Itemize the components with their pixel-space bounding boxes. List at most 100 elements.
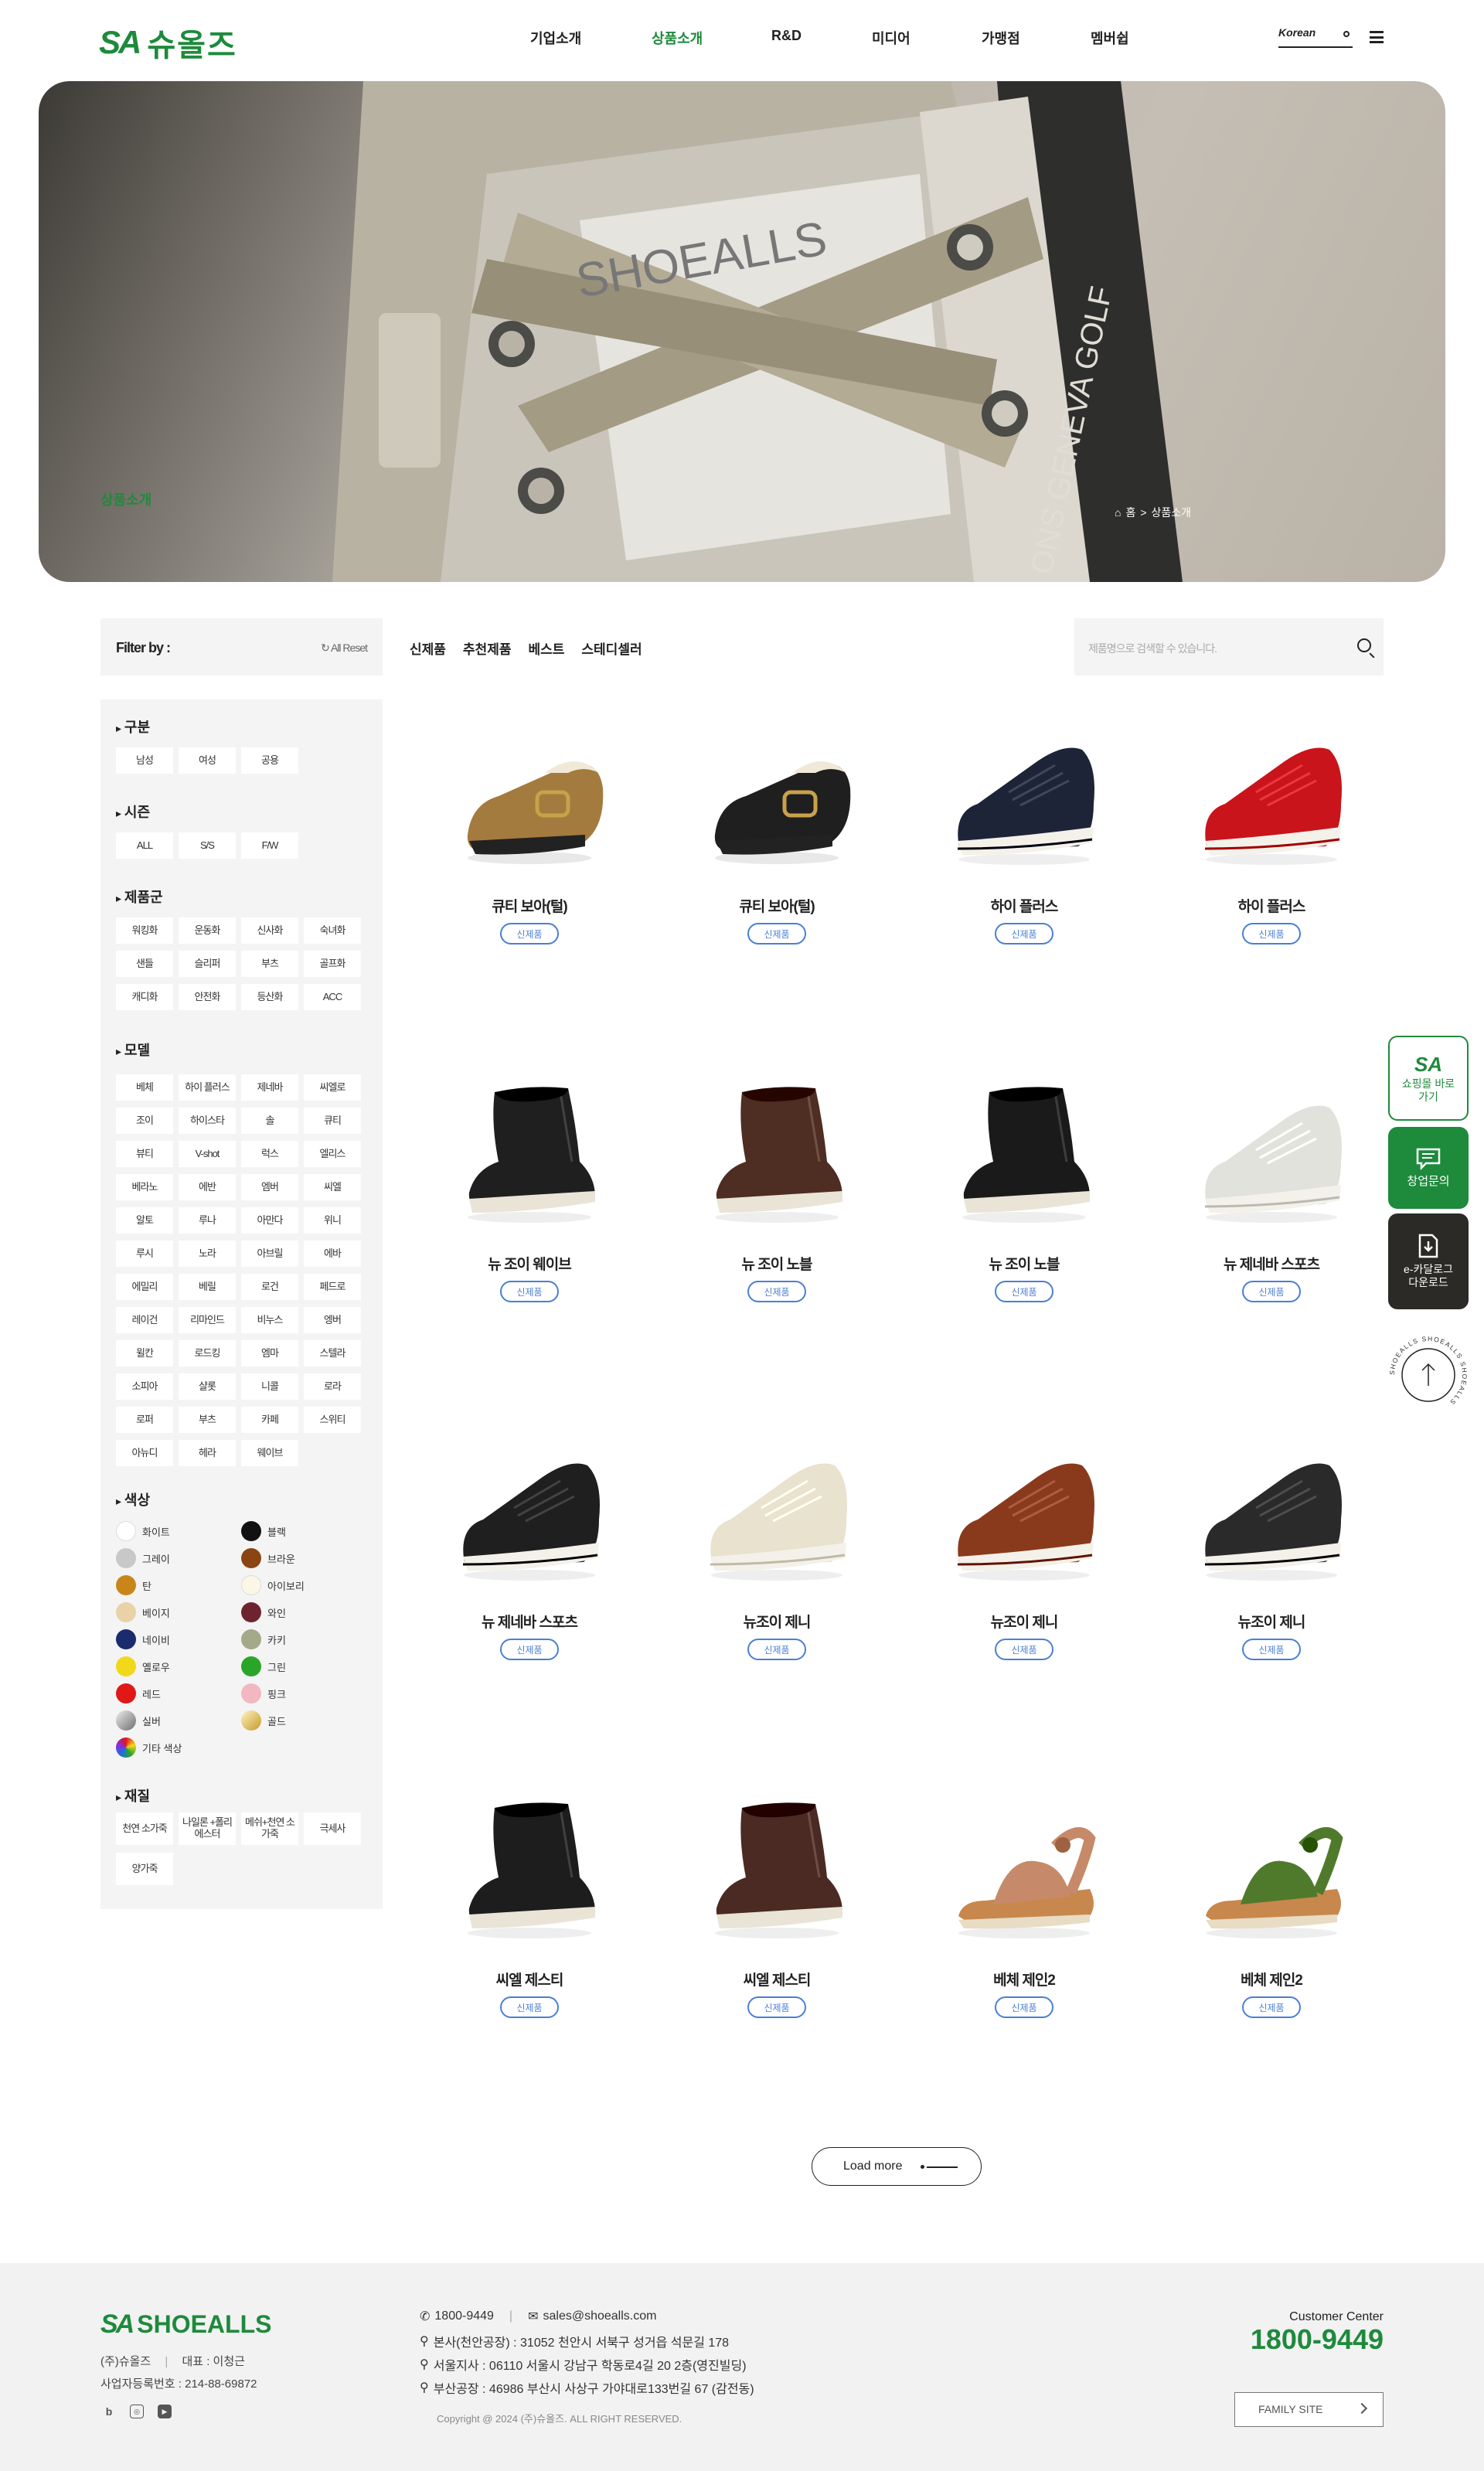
search-box[interactable]: 제품명으로 검색할 수 있습니다. <box>1074 618 1384 676</box>
nav-products[interactable]: 상품소개 <box>652 28 703 48</box>
product-image[interactable] <box>699 1077 854 1231</box>
product-card[interactable]: 큐티 보아(털) 신제품 <box>425 711 634 1051</box>
product-card[interactable]: 뉴 조이 웨이브 신제품 <box>425 1069 634 1409</box>
product-card[interactable]: 베체 제인2 신제품 <box>920 1785 1128 2125</box>
product-name[interactable]: 뉴 제네바 스포츠 <box>425 1611 634 1632</box>
filter-chip-model[interactable]: 로드킹 <box>179 1340 236 1367</box>
filter-chip-model[interactable]: 조이 <box>116 1108 173 1134</box>
product-name[interactable]: 뉴조이 제니 <box>920 1611 1128 1632</box>
color-swatch[interactable]: 기타 색상 <box>116 1738 182 1758</box>
tab-new[interactable]: 신제품 <box>410 638 446 658</box>
product-image[interactable] <box>1194 1792 1349 1947</box>
quick-catalog-button[interactable]: e-카달로그 다운로드 <box>1388 1213 1469 1309</box>
color-swatch[interactable]: 와인 <box>241 1602 286 1622</box>
filter-chip-model[interactable]: 샬롯 <box>179 1373 236 1400</box>
product-image[interactable] <box>1194 1435 1349 1589</box>
product-image[interactable] <box>699 1792 854 1947</box>
product-image[interactable] <box>947 1792 1101 1947</box>
filter-chip-product-group[interactable]: 슬리퍼 <box>179 951 236 977</box>
color-swatch[interactable]: 실버 <box>116 1710 161 1731</box>
product-name[interactable]: 뉴 조이 노블 <box>672 1253 881 1274</box>
footer-phone[interactable]: 1800-9449 <box>434 2309 494 2323</box>
product-image[interactable] <box>1194 1077 1349 1231</box>
filter-chip-model[interactable]: 하이 플러스 <box>179 1074 236 1101</box>
product-name[interactable]: 하이 플러스 <box>1167 895 1376 916</box>
section-product-group[interactable]: 제품군 <box>116 887 163 907</box>
filter-chip-model[interactable]: 뷰티 <box>116 1141 173 1167</box>
footer-email[interactable]: sales@shoealls.com <box>543 2309 656 2323</box>
quick-inquiry-button[interactable]: 창업문의 <box>1388 1127 1469 1209</box>
color-swatch[interactable]: 그레이 <box>116 1548 170 1568</box>
product-card[interactable]: 씨엘 제스티 신제품 <box>672 1785 881 2125</box>
filter-chip-model[interactable]: 솔 <box>241 1108 298 1134</box>
filter-chip-model[interactable]: V-shot <box>179 1141 236 1167</box>
customer-center-number[interactable]: 1800-9449 <box>1251 2323 1384 2356</box>
product-card[interactable]: 뉴조이 제니 신제품 <box>920 1427 1128 1767</box>
filter-chip-model[interactable]: 알토 <box>116 1207 173 1234</box>
filter-chip-product-group[interactable]: 부츠 <box>241 951 298 977</box>
filter-chip-model[interactable]: 씨엘로 <box>304 1074 361 1101</box>
filter-chip-material[interactable]: 극세사 <box>304 1812 361 1845</box>
product-name[interactable]: 씨엘 제스티 <box>672 1969 881 1989</box>
nav-membership[interactable]: 멤버쉽 <box>1091 28 1129 48</box>
filter-chip-season[interactable]: ALL <box>116 832 173 859</box>
filter-chip-model[interactable]: 헤라 <box>179 1440 236 1466</box>
product-card[interactable]: 씨엘 제스티 신제품 <box>425 1785 634 2125</box>
scroll-top-button[interactable]: SHOEALLS SHOEALLS SHOEALLS <box>1388 1335 1469 1415</box>
nav-franchise[interactable]: 가맹점 <box>982 28 1020 48</box>
filter-chip-model[interactable]: 레이건 <box>116 1307 173 1333</box>
product-image[interactable] <box>452 1077 607 1231</box>
filter-chip-model[interactable]: 엥버 <box>304 1307 361 1333</box>
product-name[interactable]: 뉴조이 제니 <box>672 1611 881 1632</box>
product-card[interactable]: 뉴 조이 노블 신제품 <box>920 1069 1128 1409</box>
color-swatch[interactable]: 베이지 <box>116 1602 170 1622</box>
filter-chip-model[interactable]: 제네바 <box>241 1074 298 1101</box>
filter-chip-model[interactable]: 웨이브 <box>241 1440 298 1466</box>
product-name[interactable]: 하이 플러스 <box>920 895 1128 916</box>
product-name[interactable]: 큐티 보아(털) <box>425 895 634 916</box>
product-image[interactable] <box>699 1435 854 1589</box>
reset-button[interactable]: ↻ All Reset <box>321 642 368 655</box>
filter-chip-model[interactable]: 스텔라 <box>304 1340 361 1367</box>
filter-chip-model[interactable]: 에밀리 <box>116 1274 173 1300</box>
search-input[interactable]: 제품명으로 검색할 수 있습니다. <box>1088 641 1217 656</box>
product-card[interactable]: 뉴조이 제니 신제품 <box>1167 1427 1376 1767</box>
color-swatch[interactable]: 탄 <box>116 1575 151 1595</box>
load-more-button[interactable]: Load more <box>812 2147 982 2186</box>
product-image[interactable] <box>452 719 607 873</box>
filter-chip-model[interactable]: 베릴 <box>179 1274 236 1300</box>
instagram-icon[interactable]: ◎ <box>130 2405 144 2418</box>
filter-chip-model[interactable]: 위니 <box>304 1207 361 1234</box>
filter-chip-category[interactable]: 남성 <box>116 747 173 774</box>
product-name[interactable]: 뉴조이 제니 <box>1167 1611 1376 1632</box>
nav-rnd[interactable]: R&D <box>771 28 802 44</box>
search-icon[interactable] <box>1357 638 1371 652</box>
filter-chip-model[interactable]: 에반 <box>179 1174 236 1200</box>
product-card[interactable]: 하이 플러스 신제품 <box>1167 711 1376 1051</box>
filter-chip-model[interactable]: 아뉴디 <box>116 1440 173 1466</box>
hamburger-menu-icon[interactable] <box>1370 31 1384 43</box>
filter-chip-model[interactable]: 씨엘 <box>304 1174 361 1200</box>
filter-chip-model[interactable]: 베체 <box>116 1074 173 1101</box>
color-swatch[interactable]: 레드 <box>116 1683 161 1703</box>
product-name[interactable]: 씨엘 제스티 <box>425 1969 634 1989</box>
product-name[interactable]: 뉴 제네바 스포츠 <box>1167 1253 1376 1274</box>
filter-chip-product-group[interactable]: 등산화 <box>241 984 298 1010</box>
filter-chip-product-group[interactable]: ACC <box>304 984 361 1010</box>
filter-chip-material[interactable]: 메쉬+천연 소가죽 <box>241 1812 298 1845</box>
product-image[interactable] <box>1194 719 1349 873</box>
filter-chip-model[interactable]: 엘리스 <box>304 1141 361 1167</box>
filter-chip-product-group[interactable]: 안전화 <box>179 984 236 1010</box>
filter-chip-model[interactable]: 소피아 <box>116 1373 173 1400</box>
tab-best[interactable]: 베스트 <box>528 638 564 658</box>
product-card[interactable]: 뉴 제네바 스포츠 신제품 <box>1167 1069 1376 1409</box>
product-name[interactable]: 뉴 조이 웨이브 <box>425 1253 634 1274</box>
section-category[interactable]: 구분 <box>116 716 150 737</box>
footer-logo[interactable]: SA SHOEALLS <box>100 2309 271 2340</box>
filter-chip-category[interactable]: 여성 <box>179 747 236 774</box>
nav-media[interactable]: 미디어 <box>872 28 910 48</box>
filter-chip-material[interactable]: 나일론 +폴리에스터 <box>179 1812 236 1845</box>
filter-chip-model[interactable]: 하이스타 <box>179 1108 236 1134</box>
color-swatch[interactable]: 그린 <box>241 1656 286 1676</box>
filter-chip-product-group[interactable]: 골프화 <box>304 951 361 977</box>
